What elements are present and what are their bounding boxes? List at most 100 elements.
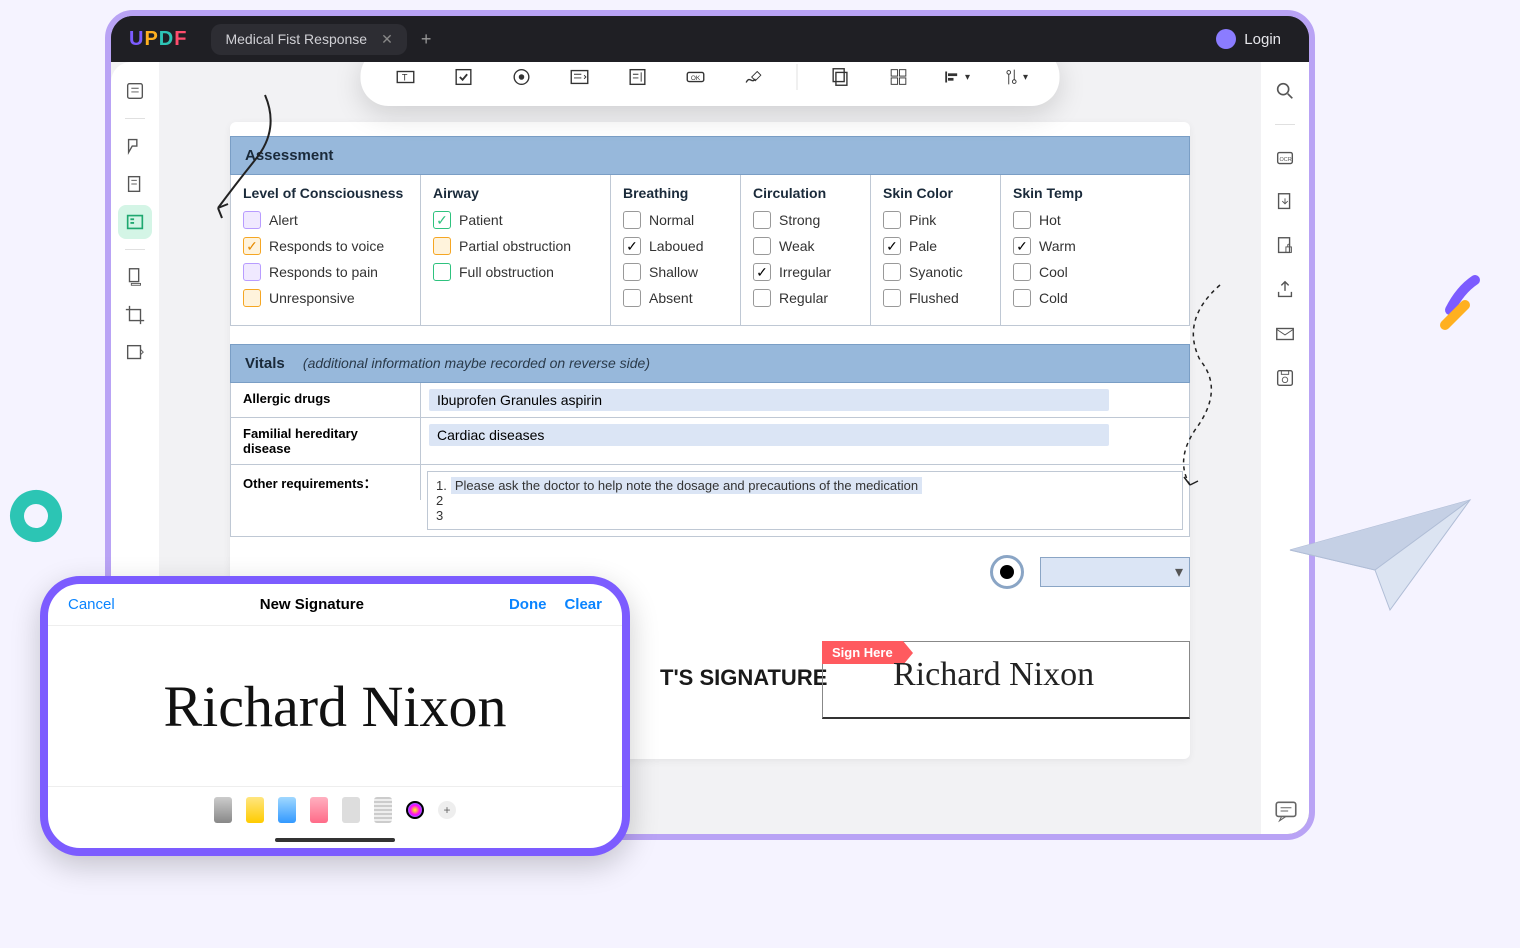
checkbox-row[interactable]: Unresponsive <box>243 289 408 307</box>
checkbox-label: Pink <box>909 212 936 228</box>
checkbox-row[interactable]: Responds to pain <box>243 263 408 281</box>
settings-tool[interactable]: ▾ <box>1000 62 1030 92</box>
checkbox[interactable]: ✓ <box>623 237 641 255</box>
done-button[interactable]: Done <box>509 596 547 613</box>
checkbox[interactable]: ✓ <box>243 237 261 255</box>
page-mode-icon[interactable] <box>118 260 152 294</box>
checkbox-row[interactable]: Hot <box>1013 211 1119 229</box>
checkbox-row[interactable]: Full obstruction <box>433 263 598 281</box>
save-icon[interactable] <box>1268 361 1302 395</box>
checkbox-row[interactable]: Weak <box>753 237 858 255</box>
checkbox[interactable] <box>753 289 771 307</box>
close-tab-icon[interactable]: ✕ <box>381 31 393 48</box>
text-field-tool[interactable]: T <box>391 62 421 92</box>
checkbox-label: Unresponsive <box>269 290 355 306</box>
checkbox[interactable] <box>623 211 641 229</box>
checkbox-row[interactable]: ✓Pale <box>883 237 988 255</box>
checkbox-row[interactable]: ✓Irregular <box>753 263 858 281</box>
ruler-tool[interactable] <box>374 797 392 823</box>
checkbox-row[interactable]: ✓ Warm <box>1013 237 1119 255</box>
checkbox[interactable]: ✓ <box>1013 237 1031 255</box>
checkbox-row[interactable]: ✓Patient <box>433 211 598 229</box>
checkbox-row[interactable]: Partial obstruction <box>433 237 598 255</box>
checkbox-row[interactable]: Absent <box>623 289 728 307</box>
checkbox[interactable]: ✓ <box>433 211 451 229</box>
checkbox[interactable] <box>243 289 261 307</box>
radio-tool[interactable] <box>507 62 537 92</box>
document-tab[interactable]: Medical Fist Response ✕ <box>211 24 406 55</box>
radio-widget[interactable] <box>990 555 1024 589</box>
clear-button[interactable]: Clear <box>564 596 602 613</box>
eraser-tool[interactable] <box>310 797 328 823</box>
pen-tool[interactable] <box>214 797 232 823</box>
checkbox-row[interactable]: ✓Laboued <box>623 237 728 255</box>
familial-field[interactable]: Cardiac diseases <box>429 424 1109 446</box>
pencil-tool[interactable] <box>342 797 360 823</box>
checkbox[interactable] <box>883 263 901 281</box>
checkbox[interactable]: ✓ <box>753 263 771 281</box>
dropdown-tool[interactable] <box>565 62 595 92</box>
checkbox-row[interactable]: Pink <box>883 211 988 229</box>
listbox-tool[interactable] <box>623 62 653 92</box>
comment-mode-icon[interactable] <box>118 129 152 163</box>
checkbox-label: Warm <box>1039 238 1076 254</box>
login-button[interactable]: Login <box>1206 23 1291 55</box>
crop-mode-icon[interactable] <box>118 298 152 332</box>
search-icon[interactable] <box>1268 74 1302 108</box>
form-mode-icon[interactable] <box>118 205 152 239</box>
checkbox-row[interactable]: Regular <box>753 289 858 307</box>
checkbox-tool[interactable] <box>449 62 479 92</box>
chat-icon[interactable] <box>1273 798 1299 824</box>
add-tool-button[interactable]: + <box>438 801 456 819</box>
checkbox-row[interactable]: Cold <box>1013 289 1119 307</box>
align-tool[interactable]: ▾ <box>942 62 972 92</box>
checkbox-label: Shallow <box>649 264 698 280</box>
email-icon[interactable] <box>1268 317 1302 351</box>
button-tool[interactable]: OK <box>681 62 711 92</box>
signature-field[interactable]: Sign Here Richard Nixon <box>822 641 1190 719</box>
signature-canvas[interactable]: Richard Nixon <box>48 626 622 786</box>
checkbox[interactable] <box>753 211 771 229</box>
checkbox-label: Syanotic <box>909 264 963 280</box>
checkbox-row[interactable]: Shallow <box>623 263 728 281</box>
allergic-field[interactable]: Ibuprofen Granules aspirin <box>429 389 1109 411</box>
checkbox-row[interactable]: ✓Responds to voice <box>243 237 408 255</box>
signature-tool[interactable] <box>739 62 769 92</box>
edit-mode-icon[interactable] <box>118 167 152 201</box>
checkbox[interactable] <box>243 263 261 281</box>
new-tab-button[interactable]: + <box>421 29 432 50</box>
phone-pen-toolbar: + <box>48 786 622 832</box>
paper-plane-icon <box>1280 490 1480 620</box>
protect-icon[interactable] <box>1268 229 1302 263</box>
marker-tool[interactable] <box>278 797 296 823</box>
checkbox[interactable] <box>883 289 901 307</box>
checkbox[interactable] <box>1013 289 1031 307</box>
highlighter-tool[interactable] <box>246 797 264 823</box>
checkbox-label: Full obstruction <box>459 264 554 280</box>
cancel-button[interactable]: Cancel <box>68 596 115 613</box>
tools-mode-icon[interactable] <box>118 336 152 370</box>
checkbox[interactable] <box>753 237 771 255</box>
ocr-icon[interactable]: OCR <box>1268 141 1302 175</box>
other-requirements-field[interactable]: 1.Please ask the doctor to help note the… <box>427 471 1183 530</box>
checkbox-row[interactable]: Cool <box>1013 263 1119 281</box>
checkbox[interactable] <box>1013 211 1031 229</box>
checkbox[interactable] <box>623 289 641 307</box>
color-picker[interactable] <box>406 801 424 819</box>
checkbox[interactable] <box>623 263 641 281</box>
share-icon[interactable] <box>1268 273 1302 307</box>
checkbox-row[interactable]: Strong <box>753 211 858 229</box>
convert-icon[interactable] <box>1268 185 1302 219</box>
checkbox[interactable] <box>1013 263 1031 281</box>
checkbox[interactable]: ✓ <box>883 237 901 255</box>
checkbox[interactable] <box>433 263 451 281</box>
reader-mode-icon[interactable] <box>118 74 152 108</box>
checkbox-row[interactable]: Normal <box>623 211 728 229</box>
checkbox[interactable] <box>433 237 451 255</box>
checkbox-row[interactable]: Syanotic <box>883 263 988 281</box>
checkbox-row[interactable]: Flushed <box>883 289 988 307</box>
checkbox[interactable] <box>883 211 901 229</box>
copy-tool[interactable] <box>826 62 856 92</box>
dropdown-widget[interactable]: ▾ <box>1040 557 1190 587</box>
grid-tool[interactable] <box>884 62 914 92</box>
